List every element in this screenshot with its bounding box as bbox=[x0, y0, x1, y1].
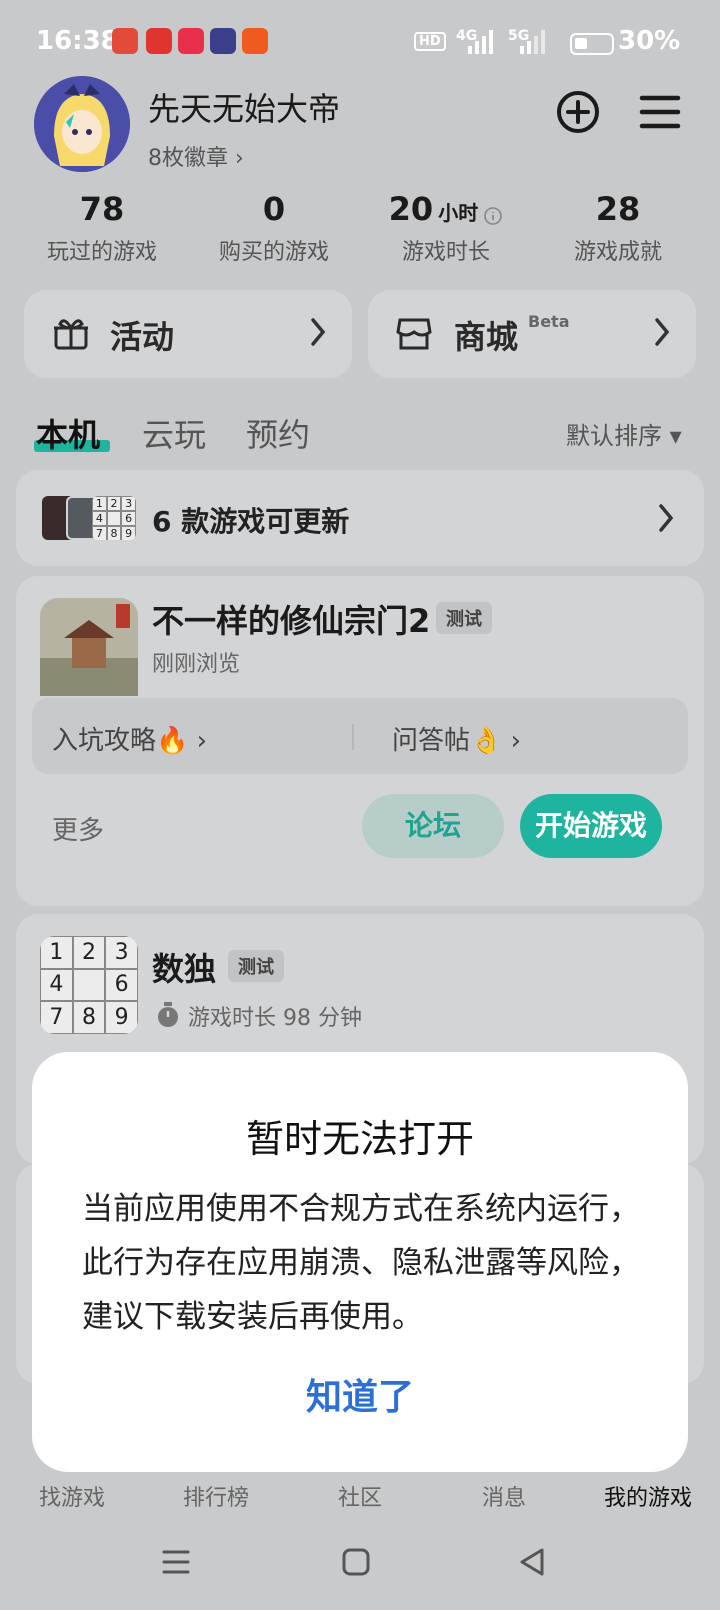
update-text: 6 款游戏可更新 bbox=[152, 505, 350, 538]
stat-unit: 小时 bbox=[438, 201, 479, 225]
update-banner[interactable]: 123 46 789 6 款游戏可更新 bbox=[16, 470, 704, 566]
game-title: 数独 bbox=[152, 950, 217, 988]
game-icon bbox=[40, 598, 138, 696]
sudoku-game-icon: 123 46 789 bbox=[40, 936, 138, 1034]
chevron-right-icon bbox=[659, 504, 674, 532]
forum-button[interactable]: 论坛 bbox=[362, 794, 504, 858]
battery-level: 30% bbox=[618, 26, 681, 56]
stat-value: 78 bbox=[79, 190, 125, 228]
username: 先天无始大帝 bbox=[148, 90, 341, 128]
store-card[interactable]: 商城 Beta bbox=[368, 290, 696, 378]
qa-link[interactable]: 问答帖👌 › bbox=[392, 720, 521, 757]
stat-achievements[interactable]: 28 游戏成就 bbox=[528, 190, 708, 266]
chevron-right-icon bbox=[655, 318, 670, 346]
hd-icon: HD bbox=[414, 32, 446, 51]
stat-value: 20 bbox=[388, 190, 434, 228]
test-tag: 测试 bbox=[228, 950, 284, 982]
stat-playtime[interactable]: 20 小时 游戏时长 bbox=[356, 190, 536, 266]
game-playtime: 游戏时长 98 分钟 bbox=[188, 1006, 362, 1031]
stat-label: 购买的游戏 bbox=[218, 240, 329, 265]
sort-dropdown[interactable]: 默认排序 ▾ bbox=[566, 416, 682, 451]
stat-value: 0 bbox=[262, 190, 286, 228]
nav-community[interactable]: 社区 bbox=[288, 1480, 432, 1512]
status-bar: 16:38 HD 4G 5G 30% bbox=[0, 0, 720, 80]
store-label: 商城 bbox=[454, 318, 519, 356]
sudoku-thumbnail: 123 46 789 bbox=[92, 496, 136, 540]
gift-icon bbox=[54, 319, 88, 350]
notification-app-icon bbox=[146, 28, 172, 54]
stat-played[interactable]: 78 玩过的游戏 bbox=[12, 190, 192, 266]
game-title: 不一样的修仙宗门2 bbox=[152, 602, 431, 640]
tab-local[interactable]: 本机 bbox=[36, 410, 100, 456]
dialog-ok-button[interactable]: 知道了 bbox=[32, 1368, 688, 1420]
info-icon[interactable] bbox=[483, 206, 503, 226]
recent-apps-icon[interactable] bbox=[160, 1546, 192, 1578]
store-icon bbox=[396, 318, 432, 350]
more-link[interactable]: 更多 bbox=[52, 810, 104, 847]
chevron-right-icon bbox=[311, 318, 326, 346]
tab-cloud[interactable]: 云玩 bbox=[142, 410, 206, 456]
battery-icon bbox=[570, 33, 614, 55]
nav-my-games[interactable]: 我的游戏 bbox=[576, 1480, 720, 1512]
add-icon[interactable] bbox=[554, 88, 602, 136]
stat-label: 玩过的游戏 bbox=[46, 240, 157, 265]
activity-card[interactable]: 活动 bbox=[24, 290, 352, 378]
signal-icon bbox=[520, 30, 545, 54]
video-app-icon bbox=[178, 28, 204, 54]
menu-icon[interactable] bbox=[636, 88, 684, 136]
avatar[interactable] bbox=[34, 76, 130, 172]
guide-links: 入坑攻略🔥 › 问答帖👌 › bbox=[32, 698, 688, 774]
badges-link[interactable]: 8枚徽章 › bbox=[148, 140, 244, 172]
divider bbox=[352, 724, 354, 750]
home-icon[interactable] bbox=[340, 1546, 372, 1578]
notification-app-icon bbox=[112, 28, 138, 54]
tab-reserve[interactable]: 预约 bbox=[246, 410, 310, 456]
dialog-title: 暂时无法打开 bbox=[245, 1117, 474, 1161]
stat-value: 28 bbox=[595, 190, 641, 228]
play-button[interactable]: 开始游戏 bbox=[520, 794, 662, 858]
game-card[interactable]: 不一样的修仙宗门2 测试 刚刚浏览 入坑攻略🔥 › 问答帖👌 › 更多 论坛 开… bbox=[16, 576, 704, 906]
signal-icon bbox=[468, 30, 493, 54]
stat-purchased[interactable]: 0 购买的游戏 bbox=[184, 190, 364, 266]
taobao-app-icon bbox=[242, 28, 268, 54]
nav-messages[interactable]: 消息 bbox=[432, 1480, 576, 1512]
nav-rankings[interactable]: 排行榜 bbox=[144, 1480, 288, 1512]
timer-icon bbox=[158, 1002, 178, 1027]
activity-label: 活动 bbox=[110, 318, 175, 356]
test-tag: 测试 bbox=[436, 602, 492, 634]
back-icon[interactable] bbox=[516, 1546, 548, 1578]
game-subtitle: 刚刚浏览 bbox=[152, 652, 241, 677]
status-time: 16:38 bbox=[36, 26, 119, 56]
stat-label: 游戏成就 bbox=[573, 240, 662, 265]
alert-dialog: 暂时无法打开 当前应用使用不合规方式在系统内运行，此行为存在应用崩溃、隐私泄露等… bbox=[32, 1052, 688, 1472]
stat-label: 游戏时长 bbox=[401, 240, 490, 265]
beta-badge: Beta bbox=[528, 312, 570, 331]
avatar-character-icon bbox=[34, 76, 130, 172]
dialog-body: 当前应用使用不合规方式在系统内运行，此行为存在应用崩溃、隐私泄露等风险，建议下载… bbox=[82, 1191, 640, 1335]
guide-link[interactable]: 入坑攻略🔥 › bbox=[52, 720, 207, 757]
notification-app-icon bbox=[210, 28, 236, 54]
nav-find-games[interactable]: 找游戏 bbox=[0, 1480, 144, 1512]
